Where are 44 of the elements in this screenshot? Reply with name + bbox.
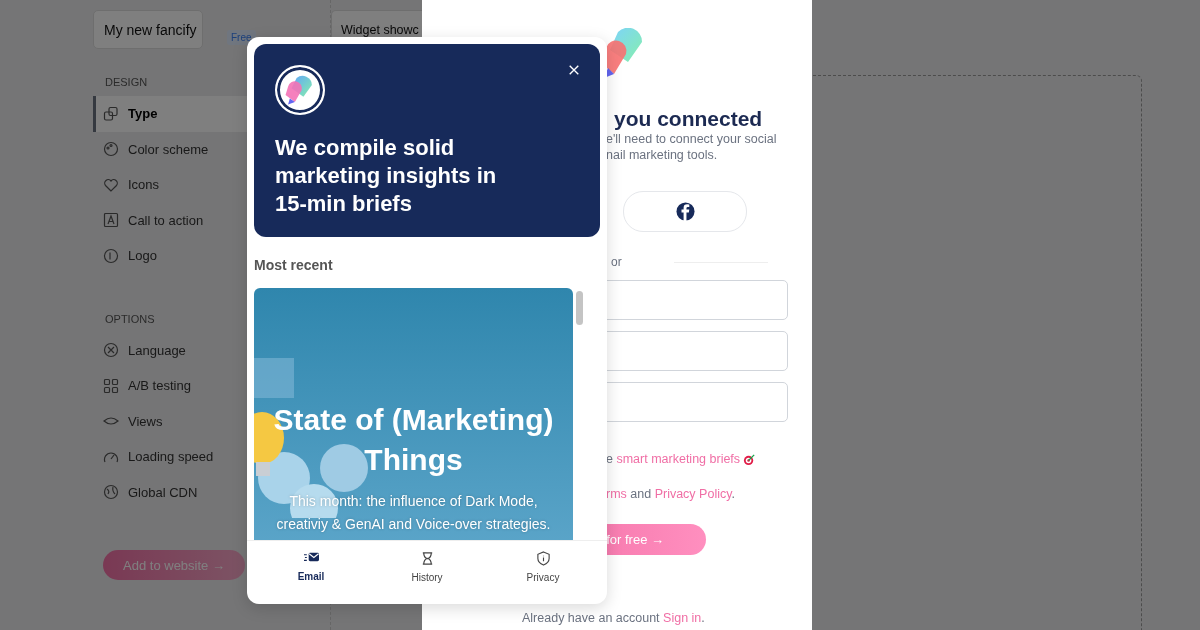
sidebar-item[interactable]: Language	[93, 332, 250, 368]
social-logo-icon	[675, 202, 695, 221]
terms-text: rms and Privacy Policy.	[606, 487, 735, 501]
sidebar-item[interactable]: Loading speed	[93, 439, 250, 475]
privacy-policy-link[interactable]: Privacy Policy	[654, 487, 732, 501]
terms-link[interactable]: rms	[606, 487, 627, 501]
briefs-link[interactable]: smart marketing briefs	[616, 452, 741, 466]
article-title: State of (Marketing) Things	[272, 402, 555, 478]
sidebar-item[interactable]: Views	[93, 403, 250, 439]
social-login-button[interactable]	[623, 191, 747, 232]
heart-icon	[103, 176, 119, 193]
type-icon	[103, 105, 119, 122]
brand-logo-icon	[275, 65, 325, 115]
globe-icon	[103, 484, 119, 501]
shield-icon	[535, 551, 551, 566]
sidebar-item[interactable]: A/B testing	[93, 368, 250, 404]
close-icon[interactable]	[568, 64, 580, 76]
widget-title: We compile solid marketing insights in 15-min briefs	[275, 134, 498, 218]
section-title: DESIGN	[104, 75, 149, 90]
section-title: Most recent	[254, 257, 334, 273]
nav-tab[interactable]: Email	[276, 541, 346, 604]
nav-tab[interactable]: History	[392, 541, 462, 604]
sidebar-item[interactable]: Type	[93, 96, 250, 132]
language-icon	[103, 342, 119, 359]
signin-text: Already have an account Sign in.	[522, 611, 705, 625]
grid-icon	[103, 377, 119, 394]
frame-icon	[103, 212, 119, 229]
sidebar-item[interactable]: Icons	[93, 167, 250, 203]
sidebar-item[interactable]: Global CDN	[93, 474, 250, 510]
section-title: OPTIONS	[104, 311, 156, 327]
sidebar-item[interactable]: Color scheme	[93, 131, 250, 167]
scrollbar-thumb[interactable]	[576, 291, 583, 325]
signup-heading: you connected	[614, 107, 763, 131]
signup-subtitle: nail marketing tools.	[606, 147, 718, 163]
divider-text: or	[611, 255, 622, 269]
circle-icon	[103, 247, 119, 264]
palette-icon	[103, 141, 119, 158]
target-icon	[743, 452, 757, 466]
consent-text: e smart marketing briefs	[606, 452, 741, 466]
project-name-field[interactable]: My new fancify	[93, 10, 203, 49]
plan-badge: Free	[227, 30, 256, 45]
signup-subtitle: e'll need to connect your social	[606, 131, 777, 147]
sidebar-item[interactable]: Call to action	[93, 202, 250, 238]
sidebar-item[interactable]: Logo	[93, 238, 250, 274]
